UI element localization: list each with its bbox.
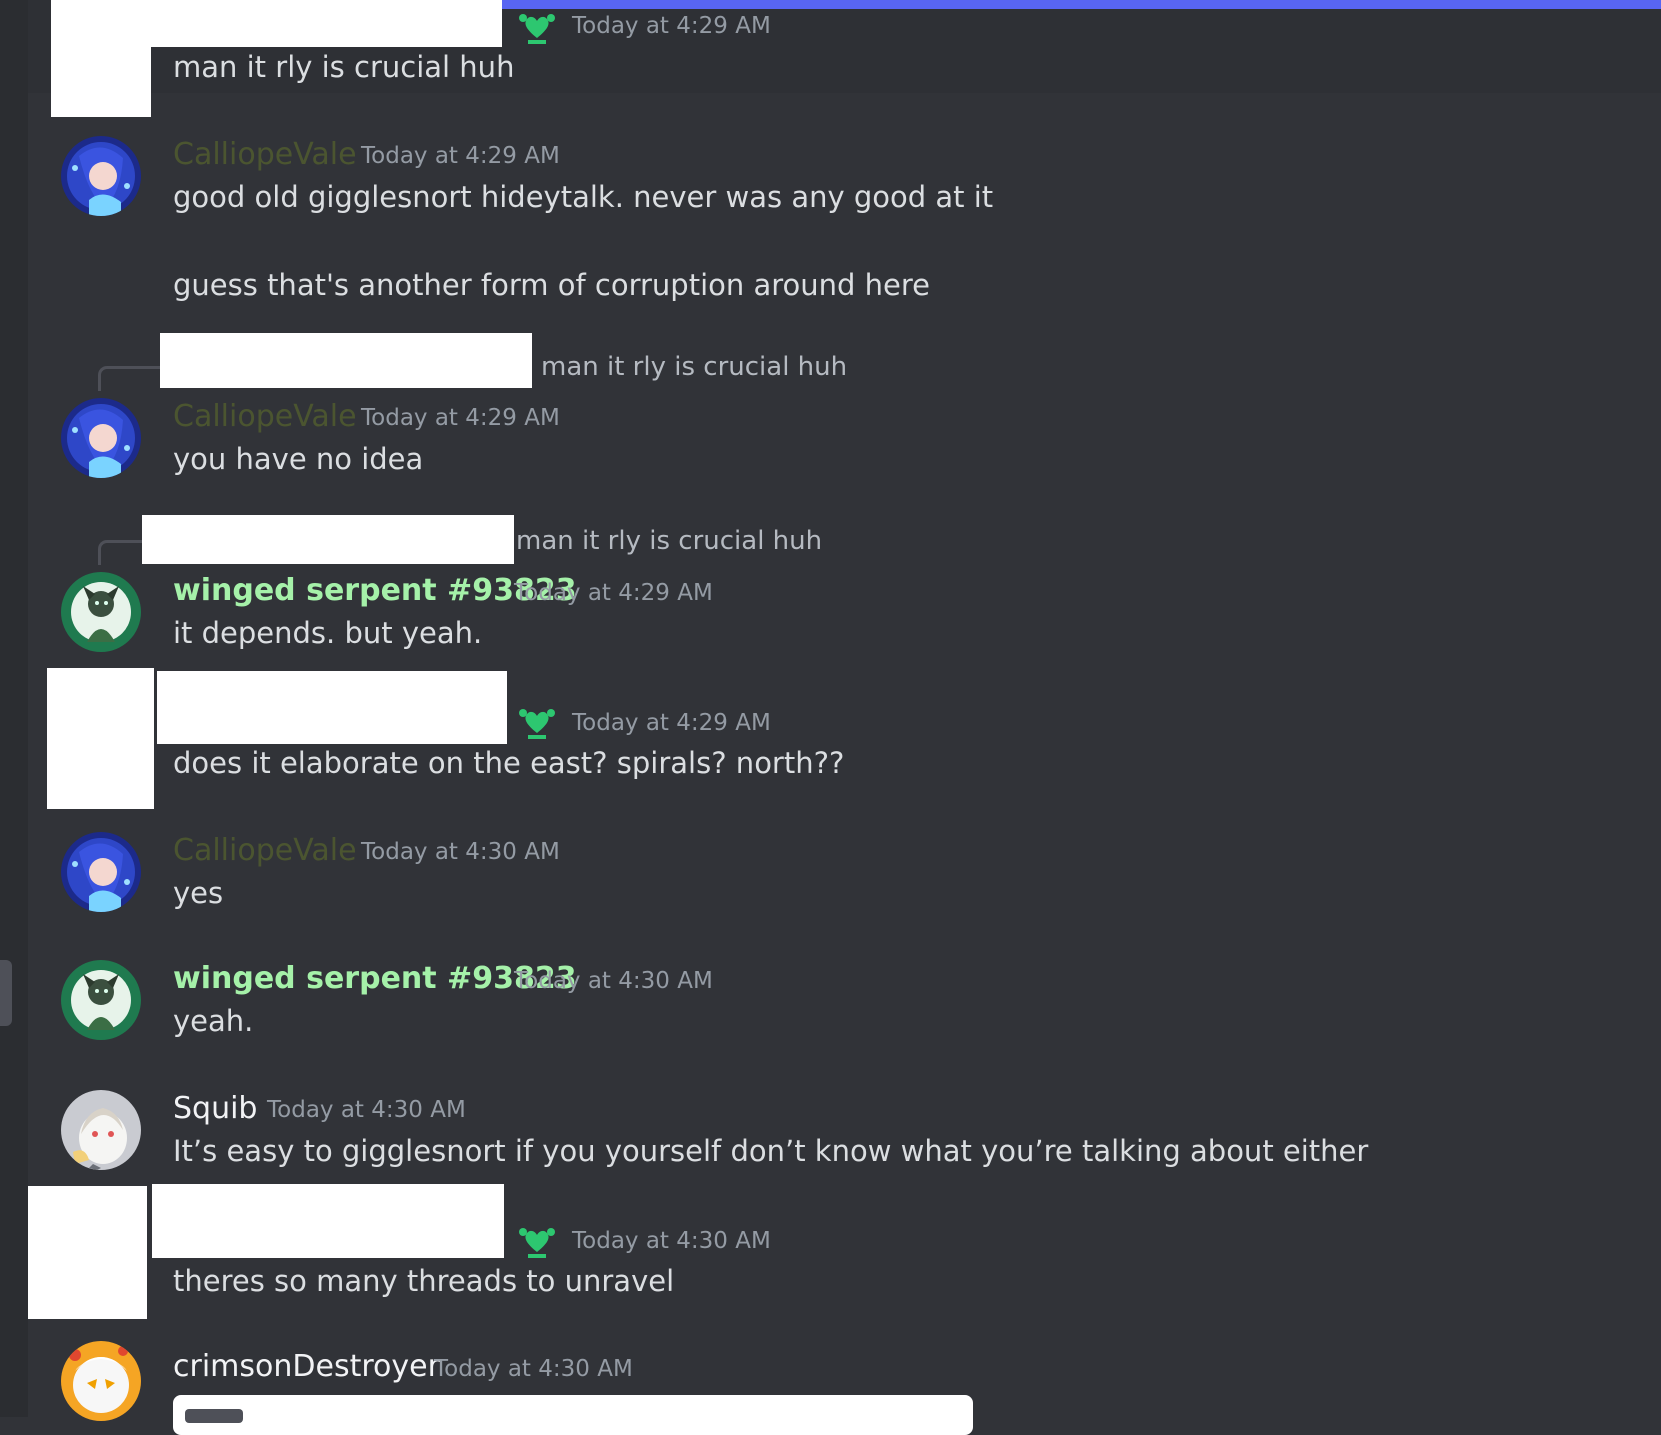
guild-pill-indicator: [0, 960, 12, 1026]
redacted-username: [157, 671, 507, 744]
author-name[interactable]: CalliopeVale: [173, 137, 357, 172]
message-text: yeah.: [173, 1004, 254, 1038]
redacted-reply-author: [142, 515, 514, 564]
reply-preview-text[interactable]: man it rly is crucial huh: [516, 526, 822, 556]
clover-badge-icon: [519, 709, 555, 739]
calliope-avatar-icon: [61, 136, 141, 216]
message-timestamp: Today at 4:30 AM: [267, 1097, 466, 1123]
author-name[interactable]: CalliopeVale: [173, 399, 357, 434]
avatar[interactable]: [61, 136, 141, 216]
message-timestamp: Today at 4:30 AM: [572, 1228, 771, 1254]
avatar[interactable]: [61, 572, 141, 652]
redacted-avatar: [51, 47, 151, 117]
redacted-username: [152, 1184, 504, 1258]
redacted-reply-author: [160, 333, 532, 388]
redacted-username: [51, 0, 502, 47]
reply-connector: [98, 540, 145, 565]
message-timestamp: Today at 4:30 AM: [514, 968, 713, 994]
avatar[interactable]: [61, 1090, 141, 1170]
squib-avatar-icon: [61, 1090, 141, 1170]
message-text: it depends. but yeah.: [173, 616, 483, 650]
message-timestamp: Today at 4:29 AM: [514, 580, 713, 606]
new-messages-bar[interactable]: [500, 0, 1661, 9]
author-name[interactable]: Squib: [173, 1091, 257, 1126]
crimson-avatar-icon: [61, 1341, 141, 1421]
message-timestamp: Today at 4:29 AM: [361, 405, 560, 431]
message-timestamp: Today at 4:29 AM: [572, 13, 771, 39]
serpent-avatar-icon: [61, 960, 141, 1040]
message-text: you have no idea: [173, 442, 424, 476]
message-text: It’s easy to gigglesnort if you yourself…: [173, 1134, 1369, 1168]
avatar[interactable]: [61, 832, 141, 912]
author-name[interactable]: crimsonDestroyer: [173, 1349, 440, 1384]
avatar[interactable]: [61, 1341, 141, 1421]
redacted-avatar: [28, 1186, 147, 1319]
message-text: good old gigglesnort hideytalk. never wa…: [173, 180, 994, 214]
redacted-avatar: [47, 668, 154, 809]
attachment-embed[interactable]: [173, 1395, 973, 1435]
message-timestamp: Today at 4:30 AM: [361, 839, 560, 865]
message-timestamp: Today at 4:29 AM: [361, 143, 560, 169]
message-timestamp: Today at 4:29 AM: [572, 710, 771, 736]
attachment-chip: [185, 1409, 243, 1423]
clover-badge-icon: [519, 14, 555, 44]
calliope-avatar-icon: [61, 398, 141, 478]
avatar[interactable]: [61, 398, 141, 478]
avatar[interactable]: [61, 960, 141, 1040]
reply-connector: [98, 366, 163, 391]
message-timestamp: Today at 4:30 AM: [434, 1356, 633, 1382]
message-text: does it elaborate on the east? spirals? …: [173, 746, 845, 780]
message-text: man it rly is crucial huh: [173, 50, 515, 84]
author-name[interactable]: CalliopeVale: [173, 833, 357, 868]
message-text: theres so many threads to unravel: [173, 1264, 675, 1298]
left-gutter: [0, 0, 28, 1417]
serpent-avatar-icon: [61, 572, 141, 652]
calliope-avatar-icon: [61, 832, 141, 912]
reply-preview-text[interactable]: man it rly is crucial huh: [541, 352, 847, 382]
message-text: guess that's another form of corruption …: [173, 268, 931, 302]
message-text: yes: [173, 876, 224, 910]
clover-badge-icon: [519, 1228, 555, 1258]
